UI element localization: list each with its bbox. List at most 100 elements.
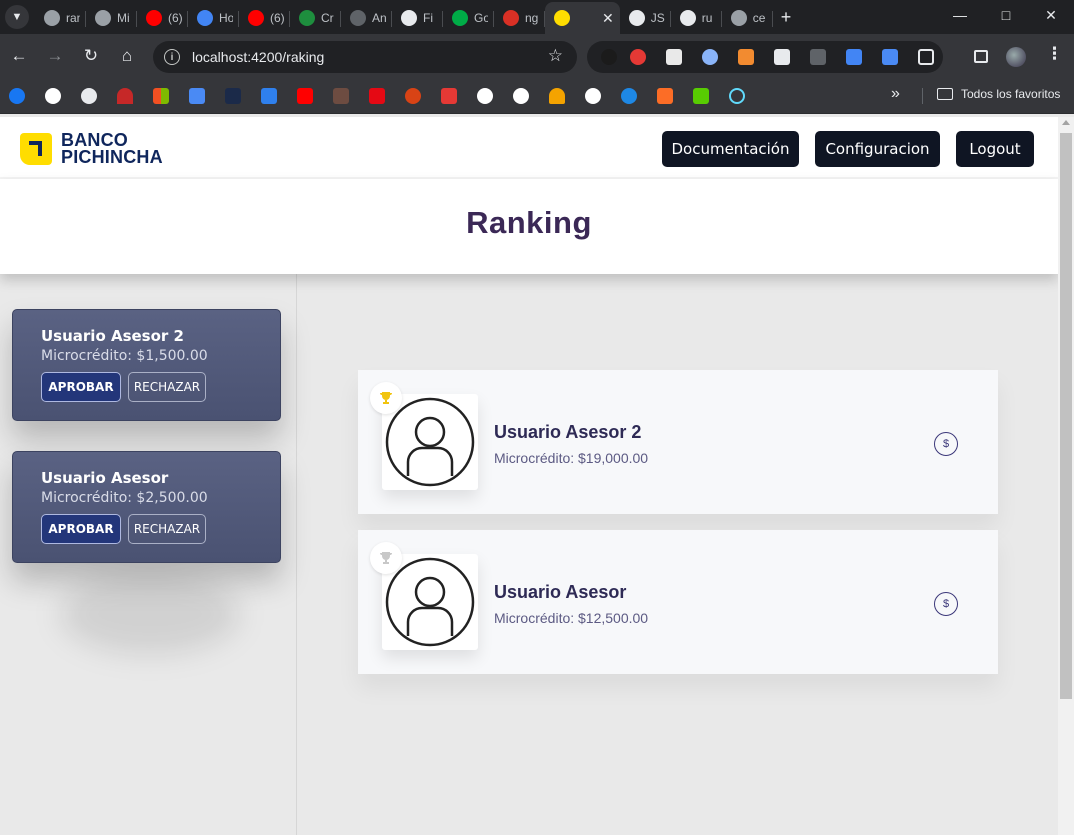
gold-trophy-icon (370, 382, 402, 414)
bookmark-gitlab-icon[interactable] (657, 88, 673, 104)
bookmark-7-icon[interactable] (225, 88, 241, 104)
extension-1-icon[interactable] (601, 49, 617, 65)
address-bar[interactable]: i localhost:4200/raking ☆ (153, 41, 577, 73)
extension-3-icon[interactable] (666, 49, 682, 65)
configuration-button[interactable]: Configuracion (815, 131, 940, 167)
browser-tab[interactable]: ranking (35, 2, 86, 34)
bookmarks-overflow-icon[interactable]: » (891, 85, 900, 103)
bank-logo[interactable]: BANCO PICHINCHA (20, 131, 163, 166)
app-header: BANCO PICHINCHA Documentación Configurac… (0, 117, 1058, 179)
close-tab-icon[interactable]: ✕ (602, 10, 614, 27)
ranking-amount: Microcrédito: $19,000.00 (494, 450, 649, 466)
ranking-amount: Microcrédito: $12,500.00 (494, 610, 649, 626)
bookmark-translate-icon[interactable] (189, 88, 205, 104)
tab-title: (6) (168, 11, 182, 25)
requests-sidebar: Usuario Asesor 2 Microcrédito: $1,500.00… (0, 274, 297, 835)
bookmark-10-icon[interactable] (333, 88, 349, 104)
extension-8-icon[interactable] (846, 49, 862, 65)
dollar-coin-icon[interactable]: $ (934, 592, 958, 616)
bookmark-cloudflare-icon[interactable] (549, 88, 565, 104)
dollar-coin-icon[interactable]: $ (934, 432, 958, 456)
side-panel-icon[interactable] (974, 50, 988, 63)
approve-button[interactable]: APROBAR (41, 514, 121, 544)
bookmark-18-icon[interactable] (621, 88, 637, 104)
bookmarks-folder[interactable]: Todos los favoritos (937, 87, 1060, 101)
browser-menu-icon[interactable]: ⋮ (1046, 44, 1063, 64)
scroll-up-arrow-icon[interactable] (1062, 120, 1070, 125)
bookmark-netflix-icon[interactable] (369, 88, 385, 104)
browser-tab-strip: ▼ ranking Mi (6) Home (6) Cr An Fi Go ng ✕ JS ru ce +… (0, 0, 1074, 34)
tab-search-button[interactable]: ▼ (5, 5, 29, 29)
browser-tab[interactable]: Go (443, 2, 494, 34)
bookmark-microsoft-icon[interactable] (153, 88, 169, 104)
logout-button[interactable]: Logout (956, 131, 1034, 167)
bookmark-react-icon[interactable] (729, 88, 745, 104)
bookmark-duolingo-icon[interactable] (693, 88, 709, 104)
youtube-icon (248, 10, 264, 26)
extension-4-icon[interactable] (702, 49, 718, 65)
extensions-puzzle-icon[interactable] (918, 49, 934, 65)
scrollbar-thumb[interactable] (1060, 133, 1072, 699)
extension-5-icon[interactable] (738, 49, 754, 65)
bookmark-google-icon[interactable] (45, 88, 61, 104)
bookmark-13-icon[interactable] (441, 88, 457, 104)
bookmark-12-icon[interactable] (405, 88, 421, 104)
tab-title: (6) (270, 11, 284, 25)
browser-tab[interactable]: (6) (137, 2, 188, 34)
bookmark-facebook-icon[interactable] (9, 88, 25, 104)
request-user-name: Usuario Asesor 2 (41, 327, 184, 345)
bookmarks-bar: » Todos los favoritos (0, 79, 1074, 114)
tab-title: ru (701, 11, 713, 25)
browser-tab[interactable]: ce (722, 2, 773, 34)
bookmark-github-icon[interactable] (477, 88, 493, 104)
minimize-icon[interactable]: — (937, 0, 983, 30)
browser-tab[interactable]: ✕ (545, 2, 620, 34)
browser-tab[interactable]: Home (188, 2, 239, 34)
browser-tab[interactable]: Fi (392, 2, 443, 34)
bookmark-dropbox-icon[interactable] (261, 88, 277, 104)
translate-icon[interactable] (882, 49, 898, 65)
browser-tab[interactable]: An (341, 2, 392, 34)
request-card: Usuario Asesor Microcrédito: $2,500.00 A… (12, 451, 281, 563)
request-card: Usuario Asesor 2 Microcrédito: $1,500.00… (12, 309, 281, 421)
tab-title: JS (650, 11, 665, 25)
new-tab-button[interactable]: + (781, 7, 792, 28)
n-icon (503, 10, 519, 26)
approve-button[interactable]: APROBAR (41, 372, 121, 402)
profile-avatar[interactable] (1006, 47, 1026, 67)
extension-7-icon[interactable] (810, 49, 826, 65)
tab-title: Fi (423, 11, 433, 25)
adblock-icon[interactable] (630, 49, 646, 65)
tab-title: Go (474, 11, 488, 25)
reject-button[interactable]: RECHAZAR (128, 372, 206, 402)
documentation-button[interactable]: Documentación (662, 131, 799, 167)
forward-icon[interactable]: → (43, 44, 67, 68)
browser-tab[interactable]: ru (671, 2, 722, 34)
reload-icon[interactable]: ↻ (79, 44, 103, 68)
bookmark-star-icon[interactable]: ☆ (548, 46, 563, 66)
extension-6-icon[interactable] (774, 49, 790, 65)
site-info-icon[interactable]: i (164, 49, 180, 65)
url-text[interactable]: localhost:4200/raking (192, 49, 324, 65)
bookmark-17-icon[interactable] (585, 88, 601, 104)
close-window-icon[interactable]: ✕ (1028, 0, 1074, 30)
browser-tab[interactable]: (6) (239, 2, 290, 34)
silver-trophy-icon (370, 542, 402, 574)
maximize-icon[interactable]: □ (983, 0, 1029, 30)
home-icon[interactable]: ⌂ (115, 44, 139, 68)
ranking-card: Usuario Asesor 2 Microcrédito: $19,000.0… (358, 370, 998, 514)
back-icon[interactable]: ← (7, 44, 31, 68)
address-toolbar: ← → ↻ ⌂ i localhost:4200/raking ☆ ⋮ (0, 34, 1074, 79)
browser-tab[interactable]: ng (494, 2, 545, 34)
browser-tab[interactable]: Cr (290, 2, 341, 34)
browser-tab[interactable]: Mi (86, 2, 137, 34)
code-icon (299, 10, 315, 26)
extensions-area (587, 41, 943, 73)
bookmark-15-icon[interactable] (513, 88, 529, 104)
reject-button[interactable]: RECHAZAR (128, 514, 206, 544)
bookmark-3-icon[interactable] (81, 88, 97, 104)
browser-tab[interactable]: JS (620, 2, 671, 34)
page-scrollbar[interactable] (1058, 117, 1074, 835)
bookmark-4-icon[interactable] (117, 88, 133, 104)
bookmark-youtube-icon[interactable] (297, 88, 313, 104)
